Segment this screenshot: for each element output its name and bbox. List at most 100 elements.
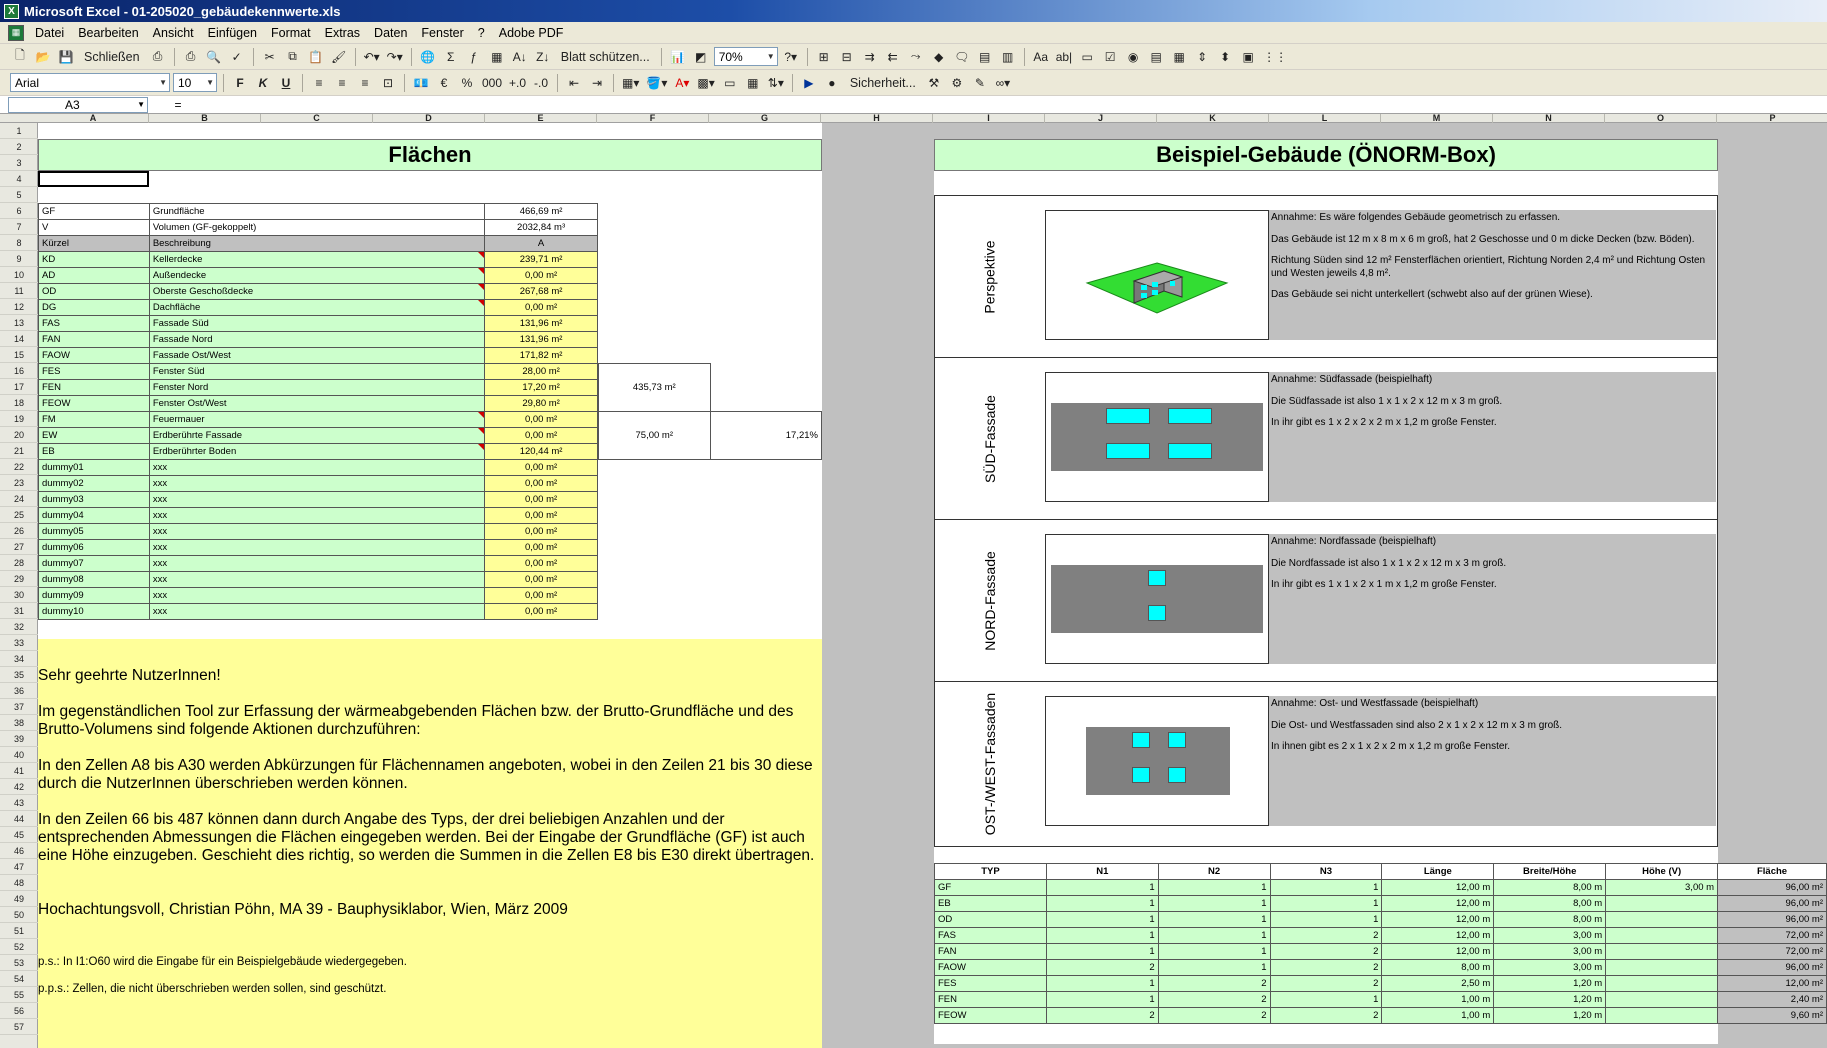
row-header[interactable]: 25 [0,507,38,523]
row-header[interactable]: 16 [0,363,38,379]
row-header[interactable]: 17 [0,379,38,395]
row-header[interactable]: 35 [0,667,38,683]
calculator-icon[interactable]: ▦ [487,47,507,67]
row-header[interactable]: 39 [0,731,38,747]
cell-value[interactable]: 0,00 m² [484,475,598,492]
table-cell[interactable]: 8,00 m [1381,959,1495,976]
cell-code[interactable]: AD [38,267,150,284]
cell-value[interactable]: 0,00 m² [484,411,598,428]
row-header[interactable]: 12 [0,299,38,315]
row-header[interactable]: 38 [0,715,38,731]
column-header[interactable]: D [373,114,485,123]
name-box[interactable]: A3 ▼ [8,96,148,113]
comment-icon[interactable]: 🗨 [952,47,972,67]
v-code[interactable]: V [38,219,150,236]
column-header[interactable]: P [1717,114,1827,123]
table-cell[interactable]: 2 [1269,943,1383,960]
table-cell[interactable]: 12,00 m [1381,895,1495,912]
cell-code[interactable]: dummy01 [38,459,150,476]
menu-ansicht[interactable]: Ansicht [146,26,201,40]
font-style-icon[interactable]: Aa [1031,47,1051,67]
row-header[interactable]: 45 [0,827,38,843]
protect-sheet-button[interactable]: Blatt schützen... [556,47,655,67]
row-header[interactable]: 9 [0,251,38,267]
spelling-icon[interactable]: ✓ [227,47,247,67]
insert-columns-icon[interactable]: ▥ [998,47,1018,67]
row-header[interactable]: 21 [0,443,38,459]
row-header[interactable]: 20 [0,427,38,443]
pivot-icon[interactable]: ⇅▾ [766,73,786,93]
cell-code[interactable]: EB [38,443,150,460]
table-cell[interactable]: 8,00 m [1493,895,1607,912]
row-header[interactable]: 28 [0,555,38,571]
cell-code[interactable]: DG [38,299,150,316]
table-cell[interactable]: EB [934,895,1047,912]
row-header[interactable]: 13 [0,315,38,331]
row-header[interactable]: 14 [0,331,38,347]
paste-icon[interactable]: 📋 [306,47,326,67]
increase-indent-icon[interactable]: ⇥ [587,73,607,93]
cell-value[interactable]: 29,80 m² [484,395,598,412]
row-header[interactable]: 7 [0,219,38,235]
table-cell[interactable]: OD [934,911,1047,928]
table-cell[interactable]: 2 [1269,959,1383,976]
cell-value[interactable]: 0,00 m² [484,507,598,524]
table-cell[interactable] [1605,895,1719,912]
cell-code[interactable]: FAN [38,331,150,348]
grid-toggle-icon[interactable]: ⋮⋮ [1261,47,1289,67]
formula-input[interactable] [208,97,1827,113]
menu-fenster[interactable]: Fenster [414,26,470,40]
control-toolbox-icon[interactable]: ⚒ [924,73,944,93]
cell-code[interactable]: dummy07 [38,555,150,572]
column-header[interactable]: C [261,114,373,123]
table-cell[interactable]: 1 [1157,927,1271,944]
hyperlink-icon[interactable]: 🌐 [418,47,438,67]
table-cell[interactable]: 12,00 m [1381,943,1495,960]
table-cell[interactable]: 1,20 m [1493,975,1607,992]
table-cell[interactable]: 1 [1269,879,1383,896]
row-header[interactable]: 31 [0,603,38,619]
table-cell[interactable]: 1 [1157,959,1271,976]
row-header[interactable]: 46 [0,843,38,859]
row-header[interactable]: 54 [0,971,38,987]
cell-desc[interactable]: xxx [148,491,486,508]
column-header[interactable]: B [149,114,261,123]
cell-value[interactable]: 171,82 m² [484,347,598,364]
row-header[interactable]: 24 [0,491,38,507]
cell-value[interactable]: 0,00 m² [484,491,598,508]
table-cell[interactable]: FEN [934,991,1047,1008]
fill-color-icon[interactable]: 🪣▾ [644,73,669,93]
cell-desc[interactable]: xxx [148,539,486,556]
cell-code[interactable]: FAOW [38,347,150,364]
row-header[interactable]: 41 [0,763,38,779]
properties-icon[interactable]: ▣ [1238,47,1258,67]
group-icon[interactable]: ⊞ [814,47,834,67]
table-cell[interactable]: 1 [1269,911,1383,928]
cell-code[interactable]: FES [38,363,150,380]
cell-value[interactable]: 0,00 m² [484,299,598,316]
cell-value[interactable]: 0,00 m² [484,555,598,572]
column-header[interactable]: K [1157,114,1269,123]
table-cell[interactable]: 96,00 m² [1717,911,1827,928]
cell-desc[interactable]: Erdberührte Fassade [148,427,486,444]
table-cell[interactable] [1605,975,1719,992]
table-cell[interactable]: 2 [1045,959,1159,976]
table-cell[interactable]: 1,20 m [1493,1007,1607,1024]
visual-basic-icon[interactable]: ⚙ [947,73,967,93]
row-header[interactable]: 32 [0,619,38,635]
table-cell[interactable]: 12,00 m [1381,911,1495,928]
row-header[interactable]: 55 [0,987,38,1003]
security-button[interactable]: Sicherheit... [845,73,921,93]
row-header[interactable]: 48 [0,875,38,891]
cell-desc[interactable]: xxx [148,459,486,476]
row-header[interactable]: 36 [0,683,38,699]
cell-value[interactable]: 120,44 m² [484,443,598,460]
cell-code[interactable]: dummy09 [38,587,150,604]
font-select[interactable]: Arial ▼ [10,73,170,92]
table-cell[interactable]: 1 [1045,991,1159,1008]
row-header[interactable]: 19 [0,411,38,427]
column-header[interactable]: O [1605,114,1717,123]
cell-value[interactable]: 0,00 m² [484,571,598,588]
row-header[interactable]: 40 [0,747,38,763]
row-header[interactable]: 27 [0,539,38,555]
